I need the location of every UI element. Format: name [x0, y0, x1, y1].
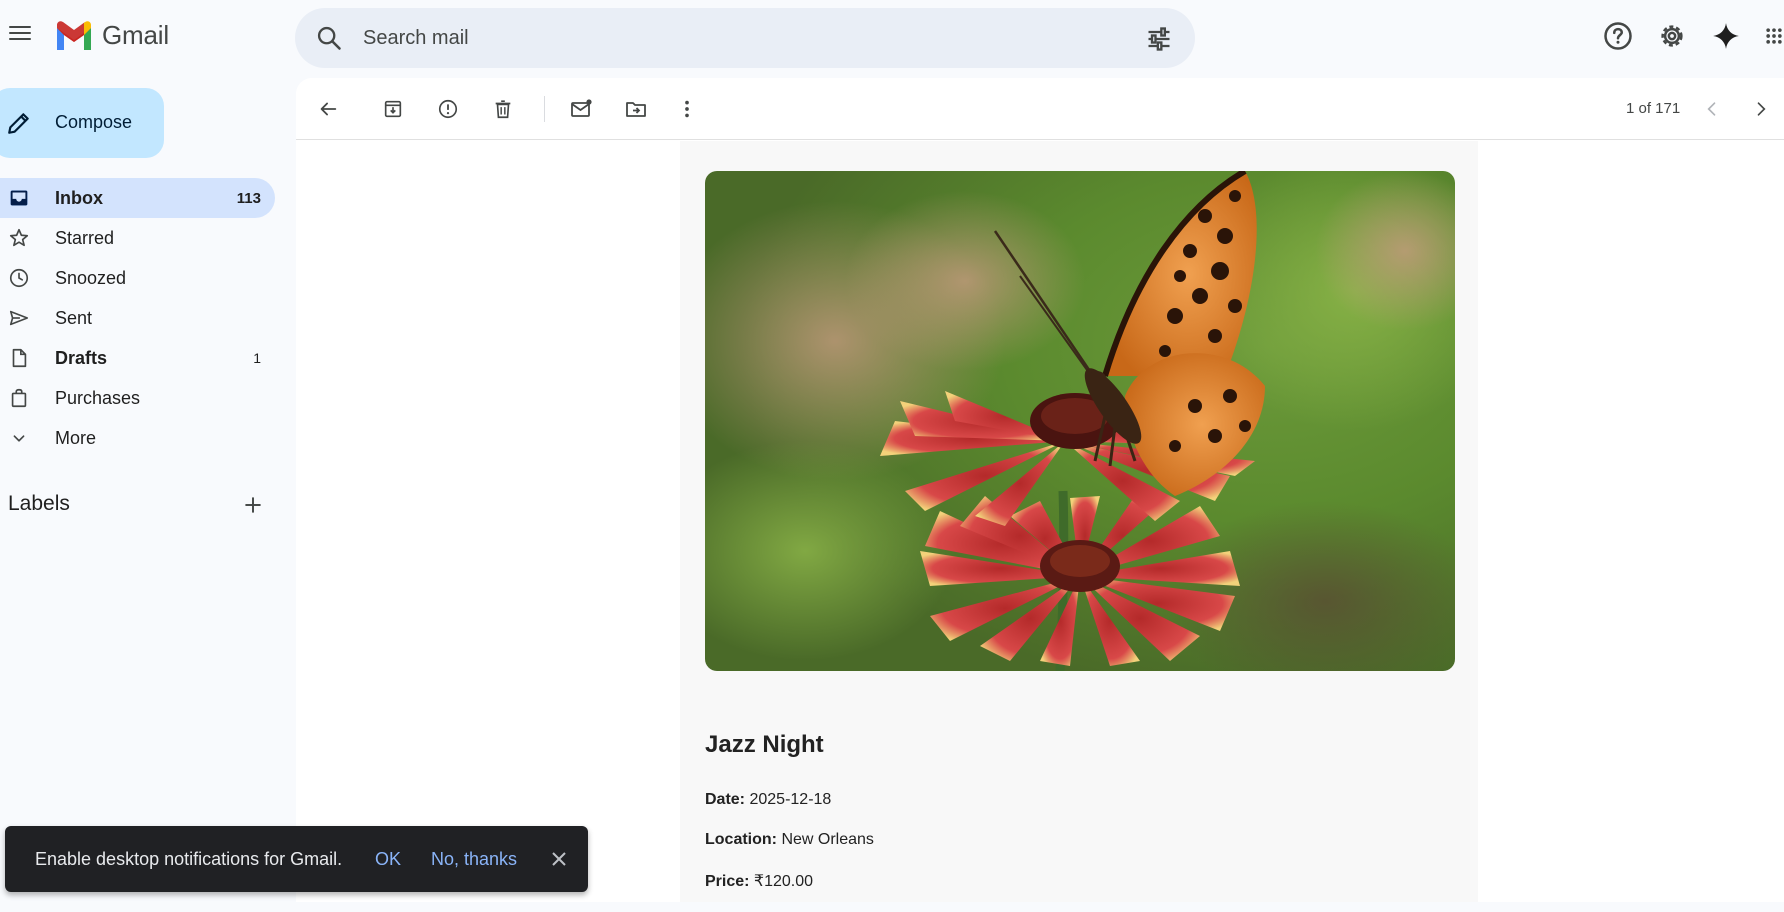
search-icon[interactable] — [315, 24, 343, 52]
gmail-logo[interactable]: Gmail — [54, 20, 169, 51]
add-label-icon[interactable] — [240, 492, 266, 518]
compose-button[interactable]: Compose — [0, 88, 164, 158]
archive-icon[interactable] — [379, 95, 407, 123]
search-options-icon[interactable] — [1145, 25, 1173, 53]
sidebar-item-label: Sent — [55, 308, 93, 328]
clock-icon — [9, 268, 29, 288]
header-actions — [1602, 20, 1784, 52]
message-view: 1 of 171 Jazz Night Date: 2025-12-18 Loc… — [296, 78, 1784, 902]
top-bar: Gmail — [0, 0, 1784, 76]
help-icon[interactable] — [1602, 20, 1634, 52]
labels-heading: Labels — [8, 492, 70, 515]
snackbar-message: Enable desktop notifications for Gmail. — [35, 849, 343, 869]
apps-grid-icon[interactable] — [1764, 20, 1784, 52]
compose-label: Compose — [55, 112, 133, 132]
draft-count: 1 — [253, 350, 261, 366]
location-value: New Orleans — [781, 831, 874, 848]
sidebar-item-label: Purchases — [55, 388, 141, 408]
sidebar-item-sent[interactable]: Sent — [0, 298, 275, 338]
shopping-bag-icon — [11, 388, 27, 408]
draft-icon — [12, 348, 27, 368]
sidebar-item-starred[interactable]: Starred — [0, 218, 275, 258]
sidebar-item-label: Drafts — [55, 348, 108, 368]
close-icon[interactable] — [547, 847, 571, 871]
chevron-down-icon — [13, 435, 25, 442]
gemini-sparkle-icon[interactable] — [1710, 20, 1742, 52]
main-menu-icon[interactable] — [6, 22, 34, 50]
sidebar-item-label: Snoozed — [55, 268, 127, 288]
event-date: Date: 2025-12-18 — [705, 791, 831, 809]
search-input[interactable] — [363, 8, 1103, 68]
mark-unread-icon[interactable] — [567, 95, 595, 123]
butterfly-photo — [705, 171, 1455, 671]
location-label: Location: — [705, 831, 777, 848]
sidebar-nav: Inbox 113 Starred Snoozed Sent Drafts 1 — [0, 178, 276, 458]
date-label: Date: — [705, 791, 746, 808]
star-icon — [9, 228, 29, 247]
pencil-icon — [8, 113, 29, 134]
email-body: Jazz Night Date: 2025-12-18 Location: Ne… — [296, 141, 1784, 902]
sidebar-item-snoozed[interactable]: Snoozed — [0, 258, 275, 298]
send-icon — [9, 310, 29, 326]
snackbar-dismiss-button[interactable]: No, thanks — [431, 849, 517, 870]
prev-page-icon[interactable] — [1698, 95, 1726, 123]
price-value: ₹120.00 — [753, 873, 814, 890]
event-title: Jazz Night — [705, 731, 824, 758]
pagination-text: 1 of 171 — [1626, 100, 1681, 117]
sidebar-item-label: Starred — [55, 228, 115, 248]
sidebar-item-label: More — [55, 428, 97, 448]
event-card: Jazz Night Date: 2025-12-18 Location: Ne… — [680, 141, 1478, 902]
search-bar — [295, 8, 1195, 68]
event-price: Price: ₹120.00 — [705, 871, 813, 891]
gmail-m-icon — [57, 20, 91, 50]
message-toolbar: 1 of 171 — [296, 78, 1784, 140]
app-name: Gmail — [102, 20, 169, 50]
settings-gear-icon[interactable] — [1656, 20, 1688, 52]
more-vert-icon[interactable] — [673, 95, 701, 123]
price-label: Price: — [705, 873, 750, 890]
sidebar-item-label: Inbox — [55, 188, 103, 208]
report-spam-icon[interactable] — [434, 95, 462, 123]
sidebar-item-drafts[interactable]: Drafts 1 — [0, 338, 275, 378]
move-to-icon[interactable] — [622, 95, 650, 123]
notification-snackbar: Enable desktop notifications for Gmail. … — [5, 826, 588, 892]
event-location: Location: New Orleans — [705, 831, 874, 849]
snackbar-ok-button[interactable]: OK — [375, 849, 401, 870]
sidebar-item-more[interactable]: More — [0, 418, 275, 458]
next-page-icon[interactable] — [1747, 95, 1775, 123]
unread-count: 113 — [236, 190, 261, 207]
back-arrow-icon[interactable] — [314, 95, 342, 123]
delete-icon[interactable] — [489, 95, 517, 123]
sidebar-item-purchases[interactable]: Purchases — [0, 378, 275, 418]
inbox-icon — [10, 190, 28, 206]
date-value: 2025-12-18 — [749, 791, 832, 808]
toolbar-divider — [544, 96, 545, 122]
sidebar-item-inbox[interactable]: Inbox 113 — [0, 178, 275, 218]
